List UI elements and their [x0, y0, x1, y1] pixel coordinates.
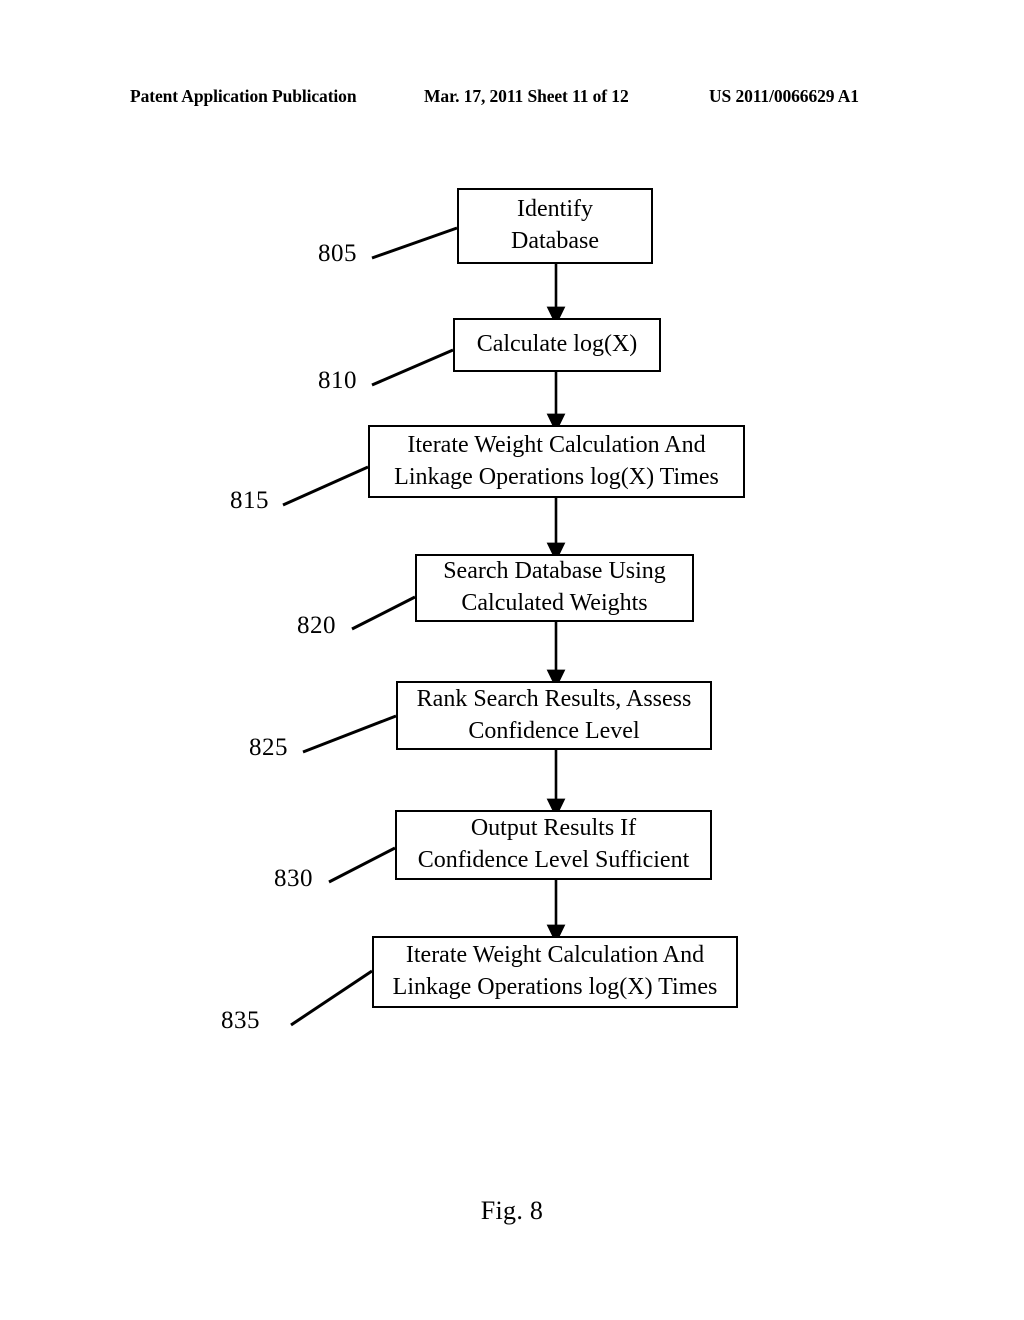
flow-step-box-815: Iterate Weight Calculation And Linkage O… — [368, 425, 745, 498]
leader-line-810 — [371, 348, 454, 387]
leader-line-820 — [351, 595, 416, 631]
reference-numeral-805: 805 — [318, 240, 357, 267]
flow-step-box-820: Search Database Using Calculated Weights — [415, 554, 694, 622]
flow-step-box-810: Calculate log(X) — [453, 318, 661, 372]
leader-line-830 — [328, 846, 396, 884]
leader-line-815 — [282, 465, 369, 507]
reference-numeral-835: 835 — [221, 1007, 260, 1034]
reference-numeral-830: 830 — [274, 865, 313, 892]
reference-numeral-820: 820 — [297, 612, 336, 639]
reference-numeral-825: 825 — [249, 734, 288, 761]
reference-numeral-815: 815 — [230, 487, 269, 514]
leader-line-805 — [371, 226, 458, 260]
leader-line-835 — [290, 969, 373, 1027]
flow-step-box-805: Identify Database — [457, 188, 653, 264]
flowchart-figure: Identify Database 805 Calculate log(X) 810 I… — [0, 0, 1024, 1320]
flow-step-box-835: Iterate Weight Calculation And Linkage O… — [372, 936, 738, 1008]
flow-step-box-825: Rank Search Results, Assess Confidence L… — [396, 681, 712, 750]
reference-numeral-810: 810 — [318, 367, 357, 394]
flow-step-box-830: Output Results If Confidence Level Suffi… — [395, 810, 712, 880]
figure-caption: Fig. 8 — [480, 1196, 544, 1225]
leader-line-825 — [302, 714, 397, 754]
